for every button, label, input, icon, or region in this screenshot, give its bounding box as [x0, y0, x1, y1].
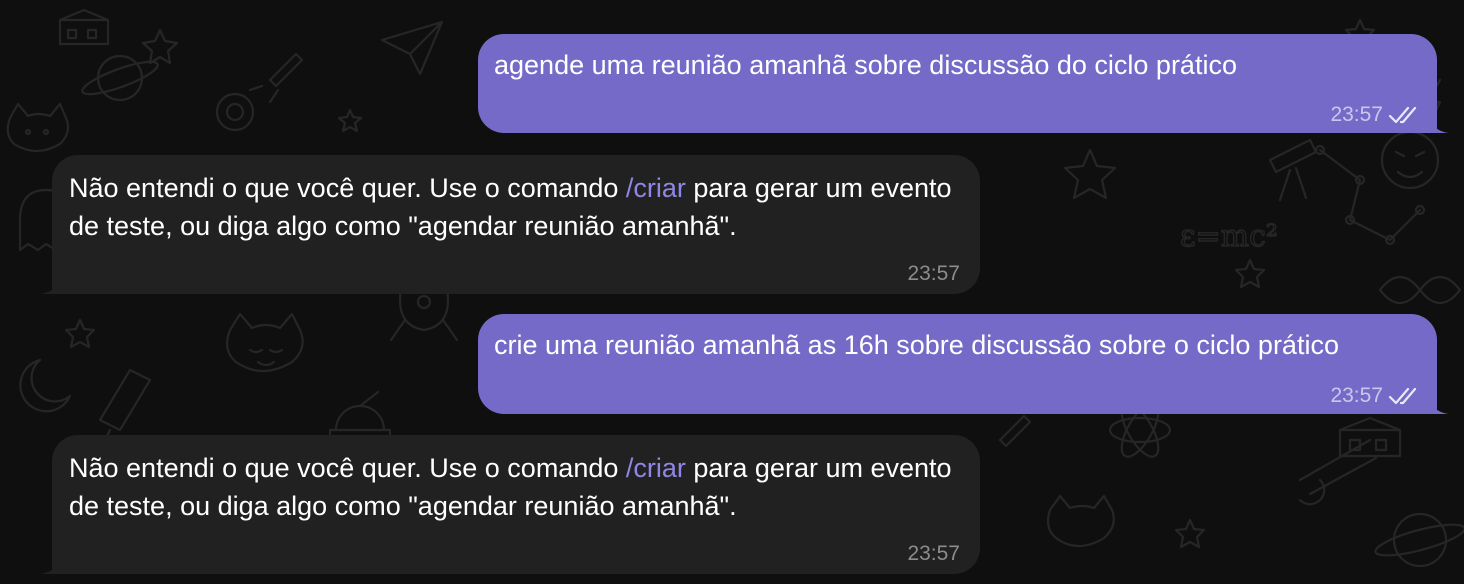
outgoing-message[interactable]: crie uma reunião amanhã as 16h sobre dis… — [478, 314, 1449, 414]
incoming-message[interactable]: Não entendi o que você quer. Use o coman… — [40, 155, 980, 294]
chat-area[interactable]: ε=mc² agende uma reunião amanhã sobre di… — [0, 0, 1464, 584]
message-meta: 23:57 — [1330, 103, 1421, 127]
bubble-tail — [40, 274, 60, 294]
message-text-before: Não entendi o que você quer. Use o coman… — [69, 173, 626, 203]
message-time: 23:57 — [907, 542, 960, 565]
message-time: 23:57 — [1330, 384, 1383, 407]
command-link[interactable]: /criar — [626, 453, 686, 483]
message-text: Não entendi o que você quer. Use o coman… — [69, 453, 952, 521]
outgoing-message[interactable]: agende uma reunião amanhã sobre discussã… — [478, 34, 1449, 133]
message-text-before: Não entendi o que você quer. Use o coman… — [69, 453, 626, 483]
bubble-tail — [1429, 394, 1449, 414]
bubble-tail — [40, 554, 60, 574]
message-text: agende uma reunião amanhã sobre discussã… — [494, 50, 1237, 80]
incoming-message[interactable]: Não entendi o que você quer. Use o coman… — [40, 435, 980, 574]
message-meta: 23:57 — [907, 542, 960, 566]
message-time: 23:57 — [907, 262, 960, 285]
command-link[interactable]: /criar — [626, 173, 686, 203]
message-text: Não entendi o que você quer. Use o coman… — [69, 173, 952, 241]
double-check-icon — [1388, 387, 1417, 405]
bubble-tail — [1429, 113, 1449, 133]
double-check-icon — [1388, 106, 1417, 124]
message-time: 23:57 — [1330, 103, 1383, 126]
message-meta: 23:57 — [1330, 384, 1421, 408]
message-meta: 23:57 — [907, 262, 960, 286]
svg-text:ε=mc²: ε=mc² — [1180, 219, 1278, 254]
message-text: crie uma reunião amanhã as 16h sobre dis… — [494, 330, 1339, 360]
